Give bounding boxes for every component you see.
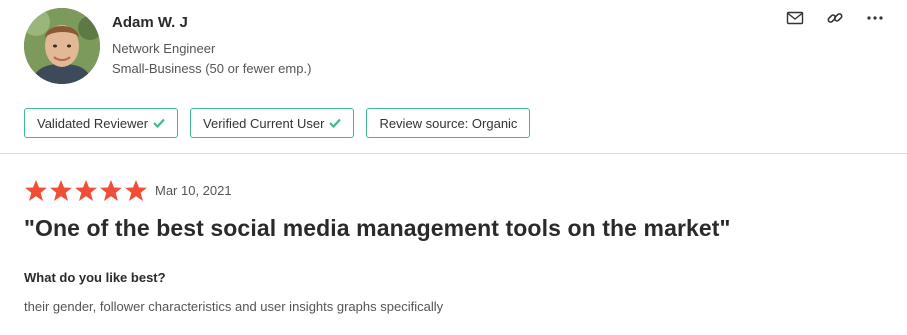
reviewer-title: Network Engineer (112, 41, 216, 56)
check-icon (329, 118, 342, 128)
check-icon (153, 118, 165, 128)
star-icon (124, 179, 148, 202)
badge-verified-current-user: Verified Current User (190, 108, 355, 138)
review-date: Mar 10, 2021 (155, 183, 232, 198)
star-rating (24, 179, 148, 202)
link-icon[interactable] (826, 9, 844, 27)
more-icon[interactable] (866, 9, 884, 27)
badge-label: Validated Reviewer (37, 115, 149, 131)
mail-icon[interactable] (786, 9, 804, 27)
star-icon (24, 179, 48, 202)
badge-validated-reviewer: Validated Reviewer (24, 108, 179, 138)
reviewer-company-size: Small-Business (50 or fewer emp.) (112, 61, 312, 76)
badge-label: Verified Current User (203, 115, 325, 131)
badge-label: Review source: Organic (379, 115, 518, 131)
avatar (24, 8, 100, 84)
badge-review-source: Review source: Organic (366, 108, 531, 138)
review-answer: their gender, follower characteristics a… (24, 299, 444, 314)
star-icon (99, 179, 123, 202)
review-question: What do you like best? (24, 270, 166, 285)
reviewer-name[interactable]: Adam W. J (112, 14, 188, 31)
badge-list: Validated Reviewer Verified Current User… (24, 108, 531, 138)
avatar-photo (24, 8, 100, 84)
review-title[interactable]: "One of the best social media management… (24, 215, 731, 242)
star-icon (74, 179, 98, 202)
star-icon (49, 179, 73, 202)
divider (0, 153, 907, 154)
